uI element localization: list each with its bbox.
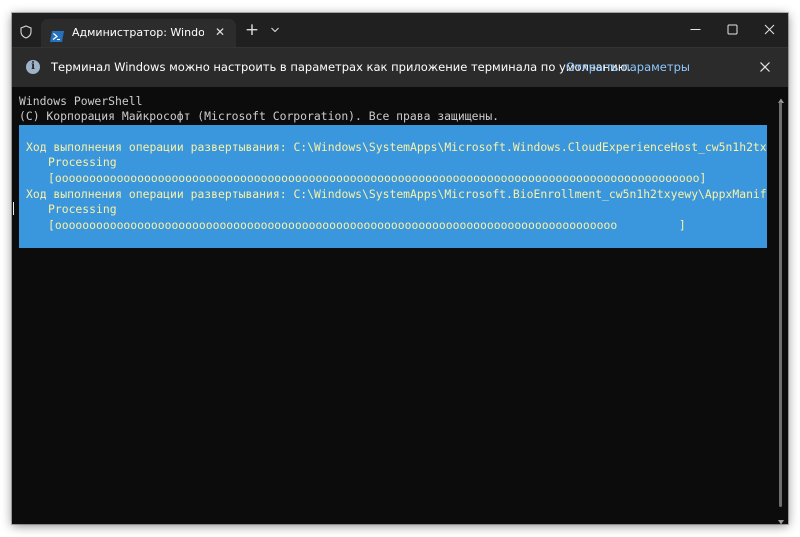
infobar-close-icon[interactable] (758, 59, 772, 73)
tab-powershell[interactable]: Администратор: Windows PowerShell ✕ (41, 19, 236, 47)
text-cursor (13, 202, 14, 215)
new-tab-button[interactable]: + (244, 21, 260, 39)
minimize-icon (690, 29, 701, 30)
scroll-up-arrow-icon[interactable] (777, 90, 785, 103)
info-icon: i (26, 60, 40, 74)
progress-activity-line: Ход выполнения операции развертывания: C… (26, 140, 767, 154)
console-copyright-line: (C) Корпорация Майкрософт (Microsoft Cor… (19, 109, 500, 123)
close-window-button[interactable] (751, 13, 788, 47)
progress-bar-line: [ooooooooooooooooooooooooooooooooooooooo… (48, 218, 686, 232)
progress-status-line: Processing (48, 202, 117, 216)
open-settings-link[interactable]: Открыть параметры (566, 60, 690, 75)
terminal-window: Администратор: Windows PowerShell ✕ + (12, 13, 788, 524)
admin-shield-icon (19, 24, 33, 39)
scroll-down-arrow-icon[interactable] (777, 511, 785, 524)
progress-status-line: Processing (48, 155, 117, 169)
console-header-line: Windows PowerShell (19, 94, 143, 108)
maximize-button[interactable] (714, 13, 751, 47)
powershell-icon (50, 27, 64, 42)
terminal-output[interactable]: Windows PowerShell (C) Корпорация Майкро… (12, 87, 774, 524)
minimize-button[interactable] (677, 13, 714, 47)
tab-title: Администратор: Windows PowerShell (72, 26, 204, 39)
tab-close-icon[interactable]: ✕ (213, 25, 227, 39)
close-icon (764, 24, 775, 35)
title-bar[interactable]: Администратор: Windows PowerShell ✕ + (12, 13, 788, 47)
maximize-icon (727, 24, 738, 35)
infobar-message: Терминал Windows можно настроить в парам… (51, 60, 632, 74)
chevron-down-icon[interactable] (268, 22, 282, 38)
progress-bar-line: [ooooooooooooooooooooooooooooooooooooooo… (48, 171, 707, 185)
default-terminal-infobar: i Терминал Windows можно настроить в пар… (12, 47, 788, 87)
progress-activity-line: Ход выполнения операции развертывания: C… (26, 187, 767, 201)
scrollbar-thumb[interactable] (779, 102, 782, 507)
vertical-scrollbar[interactable] (774, 87, 788, 524)
progress-panel: Ход выполнения операции развертывания: C… (19, 125, 767, 248)
